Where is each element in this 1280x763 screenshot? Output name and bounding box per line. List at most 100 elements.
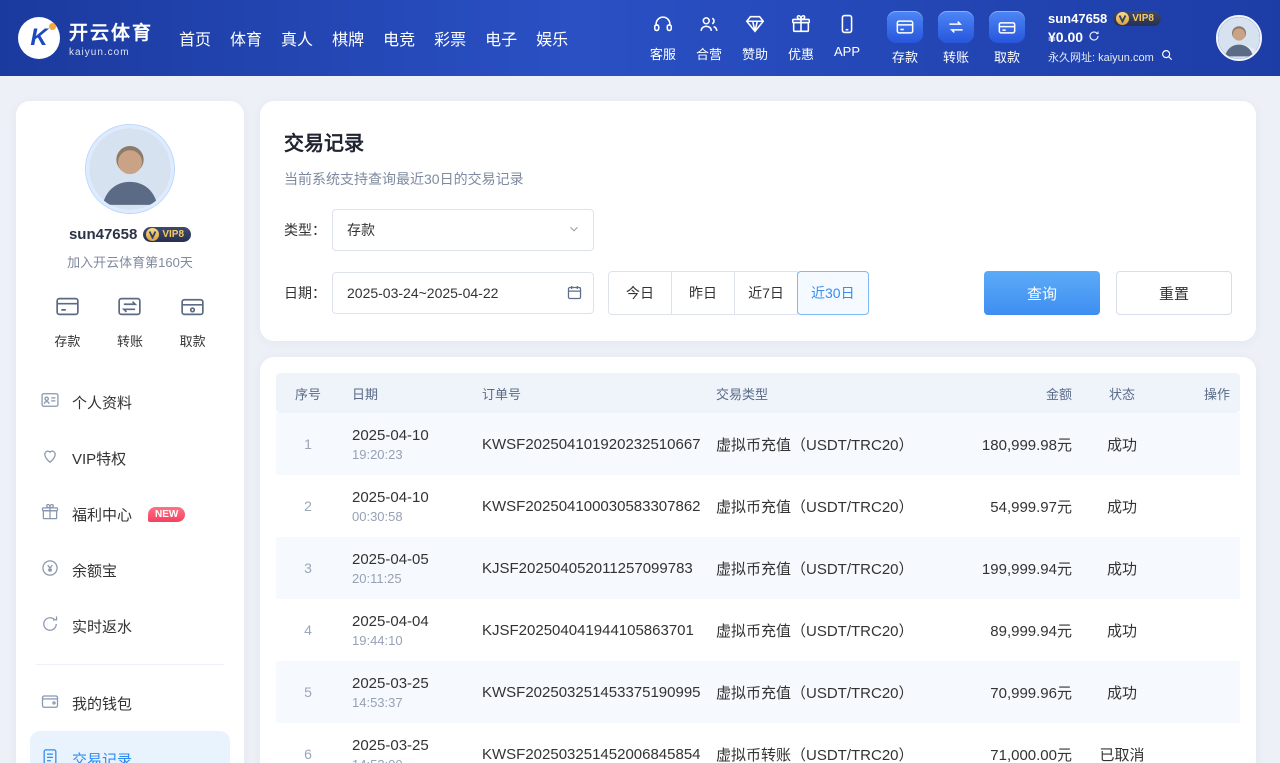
partner-link[interactable]: 合营 xyxy=(696,13,722,63)
sidebar-item-transactions[interactable]: 交易记录 xyxy=(30,731,230,763)
row-type: 虚拟币充值（USDT/TRC20） xyxy=(704,434,934,455)
sponsor-link[interactable]: 赞助 xyxy=(742,13,768,63)
brand-domain: kaiyun.com xyxy=(69,47,153,58)
table-row: 3 2025-04-05 20:11:25 KJSF20250405201125… xyxy=(276,537,1240,599)
transactions-table-card: 序号 日期 订单号 交易类型 金额 状态 操作 1 2025-04-10 19:… xyxy=(260,357,1256,763)
nav-item[interactable]: 体育 xyxy=(230,26,262,50)
coin-icon xyxy=(40,558,60,582)
table-row: 5 2025-03-25 14:53:37 KWSF20250325145337… xyxy=(276,661,1240,723)
row-order-no: KWSF202503251453375190995 xyxy=(470,684,704,701)
document-icon xyxy=(40,747,60,763)
promotions-link[interactable]: 优惠 xyxy=(788,13,814,63)
filter-actions: 查询 重置 xyxy=(984,271,1232,315)
col-index: 序号 xyxy=(276,384,340,403)
calendar-icon[interactable] xyxy=(566,284,583,306)
chip-today[interactable]: 今日 xyxy=(608,271,672,315)
sidebar-username: sun47658 xyxy=(69,226,137,243)
sidebar-transfer-button[interactable]: 转账 xyxy=(116,293,143,350)
sidebar-item-yuebao[interactable]: 余额宝 xyxy=(30,542,230,598)
row-status: 成功 xyxy=(1074,434,1170,455)
app-download-link[interactable]: APP xyxy=(834,13,860,63)
sidebar-deposit-button[interactable]: 存款 xyxy=(54,293,81,350)
reset-button[interactable]: 重置 xyxy=(1116,271,1232,315)
main-content: 交易记录 当前系统支持查询最近30日的交易记录 类型： 存款 日期： 今日 昨日 xyxy=(260,101,1256,763)
table-row: 6 2025-03-25 14:52:00 KWSF20250325145200… xyxy=(276,723,1240,763)
people-icon xyxy=(698,13,720,40)
gem-icon xyxy=(744,13,766,40)
chip-yesterday[interactable]: 昨日 xyxy=(671,271,735,315)
withdraw-button[interactable]: 取款 xyxy=(986,11,1028,66)
row-status: 成功 xyxy=(1074,496,1170,517)
nav-item[interactable]: 首页 xyxy=(179,26,211,50)
row-index: 2 xyxy=(276,498,340,514)
chip-last30days[interactable]: 近30日 xyxy=(797,271,869,315)
row-date: 2025-04-04 19:44:10 xyxy=(340,613,470,648)
sidebar-item-vip[interactable]: VIP特权 xyxy=(30,430,230,486)
row-order-no: KWSF202503251452006845854 xyxy=(470,746,704,763)
nav-item[interactable]: 电竞 xyxy=(383,26,415,50)
row-order-no: KWSF202504101920232510667 xyxy=(470,436,704,453)
col-status: 状态 xyxy=(1074,384,1170,403)
date-label: 日期： xyxy=(284,283,326,303)
sidebar-vip-badge: VIP8 xyxy=(143,227,191,242)
brand-name: 开云体育 xyxy=(69,18,153,45)
page-body: sun47658 VIP8 加入开云体育第160天 存款 转账 取款 xyxy=(0,76,1280,763)
type-select-value: 存款 xyxy=(347,220,375,240)
row-amount: 71,000.00元 xyxy=(934,744,1074,763)
page-title: 交易记录 xyxy=(284,127,1232,156)
nav-item[interactable]: 娱乐 xyxy=(536,26,568,50)
sidebar-withdraw-button[interactable]: 取款 xyxy=(179,293,206,350)
sidebar-menu: 个人资料 VIP特权 福利中心 NEW 余额宝 实时返水 xyxy=(30,374,230,763)
row-date: 2025-04-10 00:30:58 xyxy=(340,489,470,524)
transfer-arrows-icon xyxy=(938,11,974,43)
vip-v-icon xyxy=(1116,12,1129,25)
deposit-card-icon xyxy=(54,293,81,325)
refresh-circle-icon xyxy=(40,614,60,638)
nav-item[interactable]: 电子 xyxy=(485,26,517,50)
table-body: 1 2025-04-10 19:20:23 KWSF20250410192023… xyxy=(276,413,1240,763)
search-button[interactable]: 查询 xyxy=(984,271,1100,315)
date-range-input[interactable] xyxy=(332,272,594,314)
search-icon[interactable] xyxy=(1160,48,1174,65)
table-row: 1 2025-04-10 19:20:23 KWSF20250410192023… xyxy=(276,413,1240,475)
row-order-no: KJSF202504052011257099783 xyxy=(470,560,704,577)
sidebar-item-wallet[interactable]: 我的钱包 xyxy=(30,675,230,731)
row-type: 虚拟币充值（USDT/TRC20） xyxy=(704,682,934,703)
profile-avatar[interactable] xyxy=(86,125,174,213)
col-action: 操作 xyxy=(1170,384,1240,403)
chip-last7days[interactable]: 近7日 xyxy=(734,271,798,315)
transfer-arrows-icon xyxy=(116,293,143,325)
sidebar-item-welfare[interactable]: 福利中心 NEW xyxy=(30,486,230,542)
username[interactable]: sun47658 xyxy=(1048,11,1107,26)
gift-icon xyxy=(790,13,812,40)
row-order-no: KJSF202504041944105863701 xyxy=(470,622,704,639)
sidebar-item-rebate[interactable]: 实时返水 xyxy=(30,598,230,654)
type-select[interactable]: 存款 xyxy=(332,209,594,251)
gift-icon xyxy=(40,502,60,526)
quick-date-chips: 今日 昨日 近7日 近30日 xyxy=(608,271,869,315)
logo-icon: K xyxy=(18,17,60,59)
row-amount: 70,999.96元 xyxy=(934,682,1074,703)
row-index: 1 xyxy=(276,436,340,452)
transfer-button[interactable]: 转账 xyxy=(935,11,977,66)
customer-service-link[interactable]: 客服 xyxy=(650,13,676,63)
nav-item[interactable]: 真人 xyxy=(281,26,313,50)
nav-item[interactable]: 彩票 xyxy=(434,26,466,50)
row-type: 虚拟币充值（USDT/TRC20） xyxy=(704,558,934,579)
nav-item[interactable]: 棋牌 xyxy=(332,26,364,50)
wallet-icon xyxy=(40,691,60,715)
withdraw-card-icon xyxy=(989,11,1025,43)
row-date: 2025-04-10 19:20:23 xyxy=(340,427,470,462)
table-row: 4 2025-04-04 19:44:10 KJSF20250404194410… xyxy=(276,599,1240,661)
brand-logo[interactable]: K 开云体育 kaiyun.com xyxy=(18,17,153,59)
top-header: K 开云体育 kaiyun.com 首页体育真人棋牌电竞彩票电子娱乐 客服 合营… xyxy=(0,0,1280,76)
refresh-icon[interactable] xyxy=(1088,29,1100,45)
chevron-down-icon xyxy=(567,222,581,239)
sidebar-item-profile[interactable]: 个人资料 xyxy=(30,374,230,430)
deposit-button[interactable]: 存款 xyxy=(884,11,926,66)
balance: ¥0.00 xyxy=(1048,29,1206,45)
avatar[interactable] xyxy=(1216,15,1262,61)
withdraw-card-icon xyxy=(179,293,206,325)
vip-v-icon xyxy=(146,228,159,241)
new-badge: NEW xyxy=(148,507,185,522)
